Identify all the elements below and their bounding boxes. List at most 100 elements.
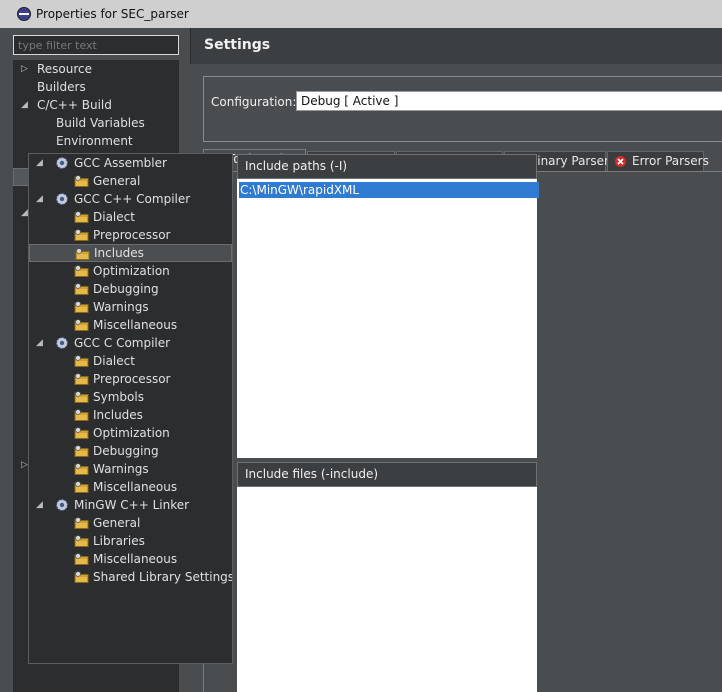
- tool-node[interactable]: ◢ MinGW C++ Linker: [29, 496, 232, 514]
- collapsed-arrow-icon[interactable]: ▷: [21, 456, 28, 474]
- option-node[interactable]: Libraries: [29, 532, 232, 550]
- tool-label: GCC C++ Compiler: [74, 192, 191, 206]
- option-label: Miscellaneous: [93, 552, 178, 566]
- option-node[interactable]: Dialect: [29, 352, 232, 370]
- option-folder-icon: [74, 534, 89, 548]
- option-node[interactable]: Warnings: [29, 298, 232, 316]
- expanded-arrow-icon[interactable]: ◢: [36, 154, 43, 172]
- include-paths-header: Include paths (-I): [237, 154, 537, 179]
- option-node[interactable]: Optimization: [29, 262, 232, 280]
- option-node[interactable]: Miscellaneous: [29, 550, 232, 568]
- error-parsers-icon: [614, 155, 627, 168]
- tool-gear-icon: [55, 498, 69, 512]
- nav-item[interactable]: Builders: [13, 78, 179, 96]
- option-folder-icon: [74, 408, 89, 422]
- option-folder-icon: [74, 570, 89, 584]
- option-node[interactable]: General: [29, 172, 232, 190]
- page-title: Settings: [204, 37, 271, 53]
- option-node[interactable]: Symbols: [29, 388, 232, 406]
- include-files-header: Include files (-include): [237, 462, 537, 487]
- expanded-arrow-icon[interactable]: ◢: [36, 496, 43, 514]
- option-folder-icon: [74, 480, 89, 494]
- expanded-arrow-icon[interactable]: ◢: [36, 334, 43, 352]
- collapsed-arrow-icon[interactable]: ▷: [21, 60, 28, 78]
- include-paths-list[interactable]: C:\MinGW\rapidXML: [237, 179, 539, 458]
- configuration-label: Configuration:: [211, 95, 297, 109]
- expanded-arrow-icon[interactable]: ◢: [21, 204, 28, 222]
- option-label: Includes: [94, 246, 144, 260]
- option-folder-icon: [74, 372, 89, 386]
- option-label: Warnings: [93, 462, 149, 476]
- tool-label: GCC C Compiler: [74, 336, 171, 350]
- option-node[interactable]: Debugging: [29, 280, 232, 298]
- option-folder-icon: [74, 354, 89, 368]
- tab-error-parsers[interactable]: Error Parsers: [607, 151, 709, 171]
- option-node[interactable]: Includes: [29, 406, 232, 424]
- option-label: Includes: [93, 408, 143, 422]
- title-bar: Properties for SEC_parser: [0, 0, 722, 28]
- configuration-dropdown[interactable]: Debug [ Active ]: [296, 91, 722, 111]
- option-label: General: [93, 174, 141, 188]
- tab-label: Error Parsers: [632, 154, 709, 168]
- option-folder-icon: [74, 228, 89, 242]
- option-label: Optimization: [93, 264, 170, 278]
- filter-input[interactable]: [13, 35, 179, 55]
- nav-item-label: Environment: [56, 134, 133, 148]
- option-node[interactable]: Warnings: [29, 460, 232, 478]
- option-label: Miscellaneous: [93, 480, 178, 494]
- nav-item[interactable]: Environment: [13, 132, 179, 150]
- option-node[interactable]: Includes: [29, 244, 232, 262]
- option-folder-icon: [74, 444, 89, 458]
- option-label: General: [93, 516, 141, 530]
- tool-node[interactable]: ◢ GCC C++ Compiler: [29, 190, 232, 208]
- include-path-item[interactable]: C:\MinGW\rapidXML: [239, 182, 539, 198]
- nav-item-label: Resource: [37, 62, 93, 76]
- option-node[interactable]: Preprocessor: [29, 370, 232, 388]
- include-files-panel: Include files (-include): [237, 462, 537, 692]
- option-folder-icon: [74, 264, 89, 278]
- tool-label: GCC Assembler: [74, 156, 167, 170]
- tool-gear-icon: [55, 192, 69, 206]
- include-paths-panel: Include paths (-I) C:\MinGW\rapidXML: [237, 154, 539, 458]
- nav-item[interactable]: Build Variables: [13, 114, 179, 132]
- tool-gear-icon: [55, 156, 69, 170]
- option-folder-icon: [74, 552, 89, 566]
- option-folder-icon: [74, 210, 89, 224]
- option-folder-icon: [74, 516, 89, 530]
- option-label: Shared Library Settings: [93, 570, 233, 584]
- eclipse-icon: [17, 7, 31, 21]
- tab-label: Binary Parsers: [529, 154, 616, 168]
- option-label: Preprocessor: [93, 228, 171, 242]
- include-files-list[interactable]: [237, 487, 537, 692]
- option-node[interactable]: Debugging: [29, 442, 232, 460]
- option-label: Libraries: [93, 534, 145, 548]
- option-node[interactable]: Shared Library Settings: [29, 568, 232, 586]
- nav-item[interactable]: ▷ Resource: [13, 60, 179, 78]
- option-node[interactable]: Miscellaneous: [29, 316, 232, 334]
- option-node[interactable]: Optimization: [29, 424, 232, 442]
- option-node[interactable]: Preprocessor: [29, 226, 232, 244]
- option-folder-icon: [74, 174, 89, 188]
- option-folder-icon: [74, 390, 89, 404]
- option-label: Preprocessor: [93, 372, 171, 386]
- option-folder-icon: [75, 247, 90, 261]
- tool-node[interactable]: ◢ GCC C Compiler: [29, 334, 232, 352]
- expanded-arrow-icon[interactable]: ◢: [21, 96, 28, 114]
- option-node[interactable]: Dialect: [29, 208, 232, 226]
- nav-item[interactable]: ◢ C/C++ Build: [13, 96, 179, 114]
- option-folder-icon: [74, 318, 89, 332]
- page-header: Settings: [190, 28, 722, 64]
- option-node[interactable]: General: [29, 514, 232, 532]
- option-label: Debugging: [93, 444, 159, 458]
- tool-node[interactable]: ◢ GCC Assembler: [29, 154, 232, 172]
- tool-gear-icon: [55, 336, 69, 350]
- option-label: Miscellaneous: [93, 318, 178, 332]
- option-label: Dialect: [93, 354, 135, 368]
- option-label: Debugging: [93, 282, 159, 296]
- option-node[interactable]: Miscellaneous: [29, 478, 232, 496]
- window-title: Properties for SEC_parser: [36, 7, 189, 21]
- option-folder-icon: [74, 426, 89, 440]
- configuration-group: Configuration: Debug [ Active ]: [203, 76, 722, 142]
- expanded-arrow-icon[interactable]: ◢: [36, 190, 43, 208]
- option-folder-icon: [74, 300, 89, 314]
